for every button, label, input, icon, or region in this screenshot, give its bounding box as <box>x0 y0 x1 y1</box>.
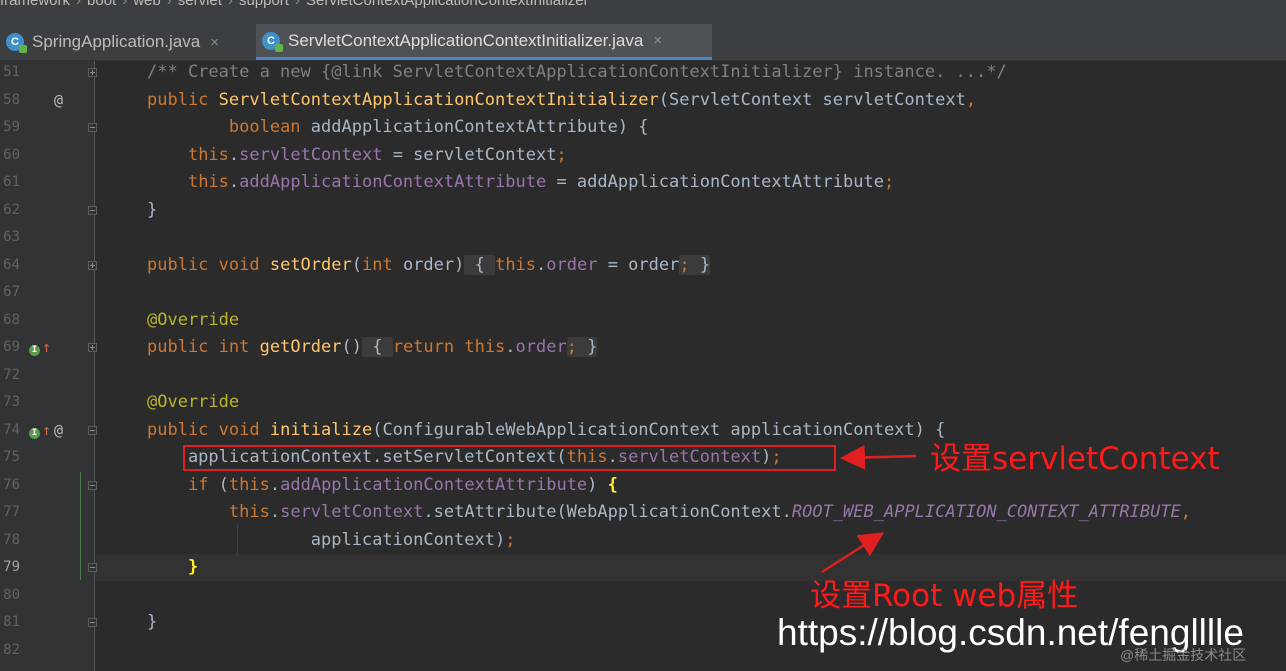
watermark-small: @稀土掘金技术社区 <box>1120 647 1247 663</box>
annotation-set-root-web-attr: 设置Root web属性 <box>810 578 1079 614</box>
arrow-to-set-servlet-context <box>840 444 917 470</box>
annotation-set-servlet-context: 设置servletContext <box>930 441 1220 477</box>
arrow-to-root-attribute <box>821 532 885 574</box>
annotation-arrows <box>821 444 917 574</box>
